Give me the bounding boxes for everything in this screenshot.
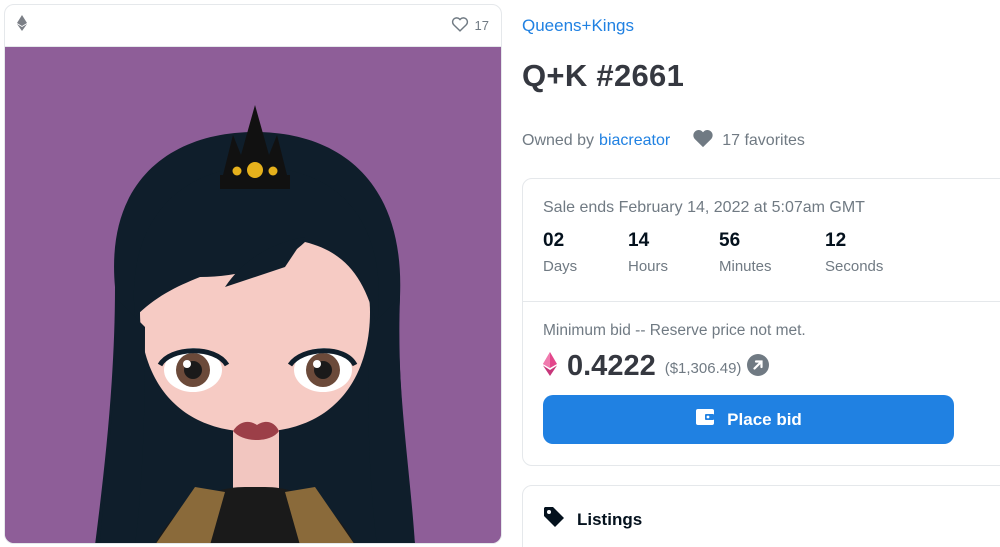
countdown-hours: 14 Hours — [628, 230, 719, 275]
bid-section: Minimum bid -- Reserve price not met. 0.… — [523, 302, 1000, 444]
tag-icon — [543, 506, 565, 533]
sale-ends-text: Sale ends February 14, 2022 at 5:07am GM… — [543, 199, 865, 216]
place-bid-button[interactable]: Place bid — [543, 395, 954, 444]
owner-row: Owned by biacreator 17 favorites — [522, 128, 805, 153]
countdown-value: 14 — [628, 230, 650, 251]
image-card-header: 17 — [5, 5, 501, 47]
item-title: Q+K #2661 — [522, 58, 685, 93]
listings-panel[interactable]: Listings — [522, 485, 1000, 547]
favorites-text: 17 favorites — [722, 131, 805, 149]
heart-filled-icon — [692, 128, 714, 153]
listings-header[interactable]: Listings — [523, 486, 1000, 547]
favorites-count: 17 — [474, 18, 489, 33]
ethereum-price-icon — [543, 352, 567, 381]
price-row: 0.4222 ($1,306.49) — [543, 350, 991, 383]
countdown-days: 02 Days — [543, 230, 628, 275]
owned-by-label: Owned by — [522, 131, 595, 149]
nft-artwork[interactable] — [5, 47, 501, 543]
queen-portrait — [5, 47, 501, 543]
wallet-icon — [695, 408, 715, 431]
countdown-minutes: 56 Minutes — [719, 230, 825, 275]
sale-timer-section: Sale ends February 14, 2022 at 5:07am GM… — [523, 179, 1000, 302]
countdown: 02 Days 14 Hours 56 Minutes 12 Seconds — [543, 230, 991, 275]
countdown-label: Seconds — [825, 258, 884, 275]
ethereum-icon — [17, 15, 27, 36]
countdown-value: 56 — [719, 230, 741, 251]
countdown-label: Days — [543, 258, 578, 275]
countdown-label: Minutes — [719, 258, 772, 275]
usd-value: ($1,306.49) — [664, 360, 742, 377]
favorites-summary: 17 favorites — [692, 128, 805, 153]
listings-title: Listings — [577, 509, 643, 529]
favorite-toggle[interactable]: 17 — [451, 16, 489, 35]
countdown-seconds: 12 Seconds — [825, 230, 915, 275]
price-value: 0.4222 — [567, 350, 656, 382]
collection-link[interactable]: Queens+Kings — [522, 16, 634, 36]
heart-outline-icon — [451, 16, 469, 35]
nft-image-card: 17 — [4, 4, 502, 544]
min-bid-text: Minimum bid -- Reserve price not met. — [543, 322, 806, 339]
countdown-value: 02 — [543, 230, 565, 251]
external-link-icon[interactable] — [741, 352, 770, 381]
place-bid-label: Place bid — [727, 409, 802, 429]
countdown-value: 12 — [825, 230, 847, 251]
sale-panel: Sale ends February 14, 2022 at 5:07am GM… — [522, 178, 1000, 466]
countdown-label: Hours — [628, 258, 669, 275]
owner-link[interactable]: biacreator — [599, 132, 670, 150]
